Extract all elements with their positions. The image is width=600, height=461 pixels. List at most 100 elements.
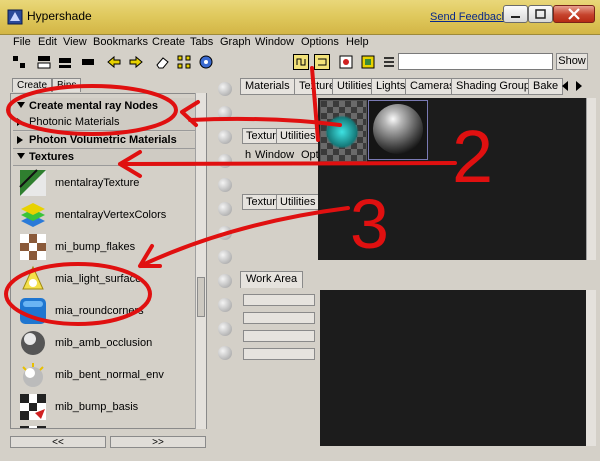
tab-materials[interactable]: Materials [240,78,295,95]
list-item[interactable]: mib_bump_basis [13,391,197,423]
nested-panels: Textures Utilities h Window Optio Textur… [240,98,318,260]
tab-create[interactable]: Create [12,78,53,92]
expand-down-icon [17,102,25,108]
menu-options[interactable]: Options [301,36,339,48]
create-node-list: Create mental ray Nodes Photonic Materia… [10,93,207,429]
menu-view[interactable]: View [63,36,87,48]
sub-menu-options[interactable]: Optio [298,148,318,164]
network-icon[interactable] [198,54,214,70]
eraser-icon[interactable] [154,54,170,70]
work-area-canvas[interactable] [320,290,586,446]
list-icon[interactable] [381,54,397,70]
list-item[interactable]: mia_light_surface [13,263,197,295]
swap-view-icon[interactable] [314,54,330,70]
maximize-button[interactable] [528,5,553,23]
menu-bookmarks[interactable]: Bookmarks [93,36,148,48]
render-swatch-icon[interactable] [338,54,354,70]
sphere-tool-icon[interactable] [218,322,232,336]
menu-tabs[interactable]: Tabs [190,36,213,48]
nav-prev-button[interactable]: << [10,436,106,448]
maximize-icon [535,9,546,19]
menu-window[interactable]: Window [255,36,294,48]
expand-down-icon [17,153,25,159]
sub-tab-utilities-2[interactable]: Utilities [276,194,318,210]
scroll-thumb[interactable] [197,277,205,317]
work-row[interactable] [243,294,315,306]
bump-flakes-icon [20,234,46,260]
left-scrollbar[interactable] [195,93,206,429]
list-item[interactable]: mib_amb_occlusion [13,327,197,359]
left-bottom-nav: << >> [10,436,207,449]
bump-basis-icon [20,394,46,420]
list-item[interactable]: mib_bent_normal_env [13,359,197,391]
bump-map-icon [20,426,46,428]
list-item[interactable]: mentalrayTexture [13,167,197,199]
single-panel-icon[interactable] [80,54,96,70]
expand-right-icon [17,136,23,144]
sub-menu-window[interactable]: Window [252,148,297,164]
layout-icon[interactable] [11,54,27,70]
left-panel-tabs: Create Bins [10,76,210,92]
sphere-tool-icon[interactable] [218,346,232,360]
sphere-tool-icon[interactable] [218,274,232,288]
texture-icon [19,169,46,196]
expand-right-icon [17,118,23,126]
section-photonic-materials[interactable]: Photonic Materials [13,114,205,131]
menu-edit[interactable]: Edit [38,36,57,48]
section-create-mental-ray[interactable]: Create mental ray Nodes [13,98,205,115]
hypershade-window: Hypershade Send Feedback File Edit View … [0,0,600,461]
show-button[interactable]: Show [556,53,588,70]
sphere-tool-icon[interactable] [218,130,232,144]
nav-next-button[interactable]: >> [110,436,206,448]
section-photon-volumetric[interactable]: Photon Volumetric Materials [13,132,205,149]
toggle-view-icon[interactable] [293,54,309,70]
arrow-right-icon[interactable] [128,54,144,70]
sphere-tool-icon[interactable] [218,178,232,192]
sphere-tool-icon[interactable] [218,154,232,168]
vertical-tool-strip [216,76,234,446]
work-area-scrollbar[interactable] [586,290,596,446]
title-bar: Hypershade Send Feedback [0,0,600,35]
tab-work-area[interactable]: Work Area [240,271,304,288]
menu-graph[interactable]: Graph [220,36,251,48]
sphere-tool-icon[interactable] [218,226,232,240]
list-item[interactable]: mentalrayVertexColors [13,199,197,231]
tab-bake[interactable]: Bake [528,78,564,95]
list-item[interactable]: mia_roundcorners [13,295,197,327]
sphere-tool-icon[interactable] [218,202,232,216]
close-button[interactable] [553,5,595,23]
swatch-scrollbar[interactable] [586,98,596,260]
work-row[interactable] [243,312,315,324]
tab-scroll-arrows-icon[interactable] [560,80,584,92]
bent-normal-icon [22,363,44,387]
arrow-left-icon[interactable] [106,54,122,70]
vertex-colors-icon [21,203,45,227]
bottom-panel-icon[interactable] [57,54,73,70]
section-textures[interactable]: Textures [13,149,205,166]
right-panel-tabs: Materials Textures Utilities Lights Came… [240,78,586,95]
minimize-icon [511,16,520,18]
top-panel-icon[interactable] [36,54,52,70]
sort-icon[interactable] [360,54,376,70]
close-icon [568,8,580,20]
grid-graph-icon[interactable] [176,54,192,70]
list-item[interactable]: mib_bump_map [13,423,197,428]
cyan-glow-swatch-icon [325,115,359,149]
send-feedback-link[interactable]: Send Feedback [430,11,507,23]
menu-bar: File Edit View Bookmarks Create Tabs Gra… [8,35,592,51]
work-row[interactable] [243,330,315,342]
sphere-tool-icon[interactable] [218,298,232,312]
list-item[interactable]: mi_bump_flakes [13,231,197,263]
work-row[interactable] [243,348,315,360]
sphere-tool-icon[interactable] [218,250,232,264]
tab-bins[interactable]: Bins [52,78,82,92]
sphere-tool-icon[interactable] [218,82,232,96]
minimize-button[interactable] [503,5,528,23]
work-area-sidebar [240,290,320,446]
menu-file[interactable]: File [13,36,31,48]
menu-help[interactable]: Help [346,36,369,48]
menu-create[interactable]: Create [152,36,185,48]
sphere-tool-icon[interactable] [218,106,232,120]
sub-tab-utilities[interactable]: Utilities [276,128,318,144]
filter-input[interactable] [398,53,553,70]
